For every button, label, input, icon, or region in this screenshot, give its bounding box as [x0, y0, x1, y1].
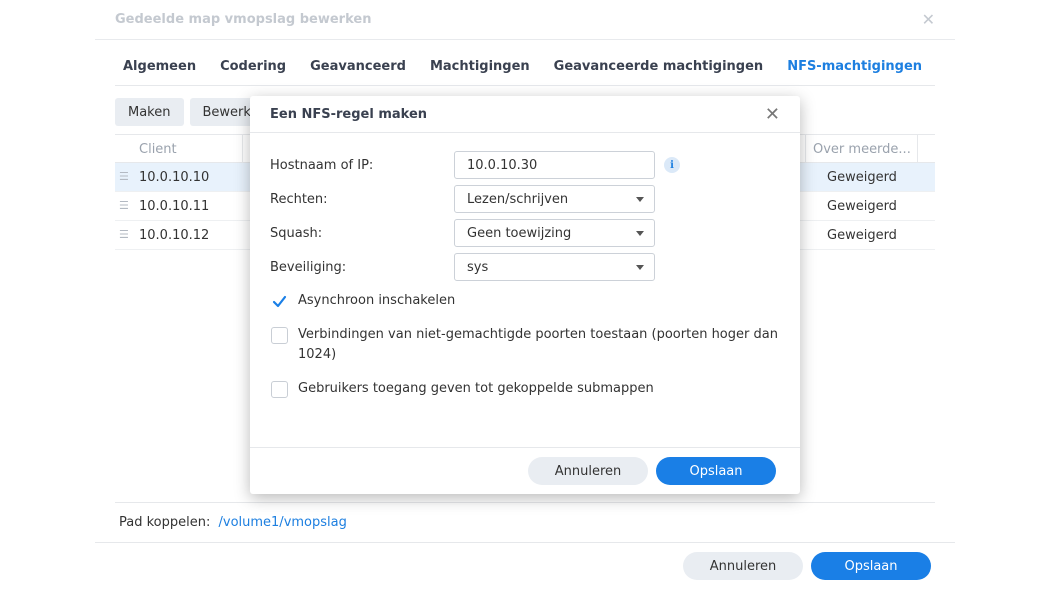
- submounts-checkbox[interactable]: [271, 381, 288, 398]
- unprivileged-ports-label[interactable]: Verbindingen van niet-gemachtigde poorte…: [298, 325, 788, 365]
- column-separator: [805, 135, 806, 163]
- mount-path-label: Pad koppelen:: [119, 515, 211, 530]
- rights-label: Rechten:: [270, 192, 328, 207]
- squash-select[interactable]: Geen toewijzing: [454, 219, 655, 247]
- cell-client: 10.0.10.11: [139, 199, 210, 214]
- hostname-input[interactable]: [467, 157, 642, 173]
- close-icon[interactable]: ✕: [765, 104, 780, 125]
- checkmark-icon: [272, 295, 287, 308]
- tab-advanced-permissions[interactable]: Geavanceerde machtigingen: [554, 59, 764, 74]
- cell-client: 10.0.10.12: [139, 228, 210, 243]
- rights-select[interactable]: Lezen/schrijven: [454, 185, 655, 213]
- cell-client: 10.0.10.10: [139, 170, 210, 185]
- cell-over: Geweigerd: [827, 199, 897, 214]
- divider: [250, 447, 800, 448]
- tab-advanced[interactable]: Geavanceerd: [310, 59, 406, 74]
- async-checkbox[interactable]: [271, 293, 288, 310]
- cancel-button[interactable]: Annuleren: [683, 552, 803, 580]
- squash-label: Squash:: [270, 226, 323, 241]
- hostname-field[interactable]: [454, 151, 655, 179]
- modal-title: Een NFS-regel maken: [270, 107, 428, 122]
- close-icon[interactable]: ✕: [922, 10, 935, 29]
- rights-value: Lezen/schrijven: [467, 191, 569, 207]
- column-header-client[interactable]: Client: [139, 142, 177, 157]
- divider: [115, 85, 935, 86]
- create-button[interactable]: Maken: [115, 98, 184, 126]
- info-icon[interactable]: i: [664, 157, 680, 173]
- chevron-down-icon: [636, 265, 644, 270]
- column-separator: [917, 135, 918, 163]
- divider: [95, 39, 955, 40]
- tab-permissions[interactable]: Machtigingen: [430, 59, 530, 74]
- mount-path-link[interactable]: /volume1/vmopslag: [219, 515, 347, 530]
- column-separator: [242, 135, 243, 163]
- divider: [250, 132, 800, 133]
- tab-general[interactable]: Algemeen: [123, 59, 196, 74]
- security-select[interactable]: sys: [454, 253, 655, 281]
- submounts-label[interactable]: Gebruikers toegang geven tot gekoppelde …: [298, 379, 788, 399]
- divider: [115, 502, 935, 503]
- unprivileged-ports-checkbox[interactable]: [271, 327, 288, 344]
- chevron-down-icon: [636, 231, 644, 236]
- create-nfs-rule-dialog: Een NFS-regel maken ✕ Hostnaam of IP: i …: [250, 96, 800, 494]
- async-label[interactable]: Asynchroon inschakelen: [298, 291, 788, 311]
- tab-bar: Algemeen Codering Geavanceerd Machtiging…: [123, 59, 946, 74]
- divider: [95, 542, 955, 543]
- security-label: Beveiliging:: [270, 260, 347, 275]
- security-value: sys: [467, 259, 489, 275]
- hostname-label: Hostnaam of IP:: [270, 158, 374, 173]
- tab-nfs-permissions[interactable]: NFS-machtigingen: [787, 59, 922, 74]
- save-button[interactable]: Opslaan: [811, 552, 931, 580]
- mount-path: Pad koppelen: /volume1/vmopslag: [119, 515, 347, 530]
- column-header-over[interactable]: Over meerde...: [813, 142, 911, 157]
- dialog-title: Gedeelde map vmopslag bewerken: [115, 12, 372, 27]
- cancel-button[interactable]: Annuleren: [528, 457, 648, 485]
- drag-handle-icon[interactable]: ☰: [119, 170, 129, 183]
- chevron-down-icon: [636, 197, 644, 202]
- save-button[interactable]: Opslaan: [656, 457, 776, 485]
- drag-handle-icon[interactable]: ☰: [119, 228, 129, 241]
- cell-over: Geweigerd: [827, 170, 897, 185]
- drag-handle-icon[interactable]: ☰: [119, 199, 129, 212]
- cell-over: Geweigerd: [827, 228, 897, 243]
- squash-value: Geen toewijzing: [467, 225, 572, 241]
- tab-encryption[interactable]: Codering: [220, 59, 286, 74]
